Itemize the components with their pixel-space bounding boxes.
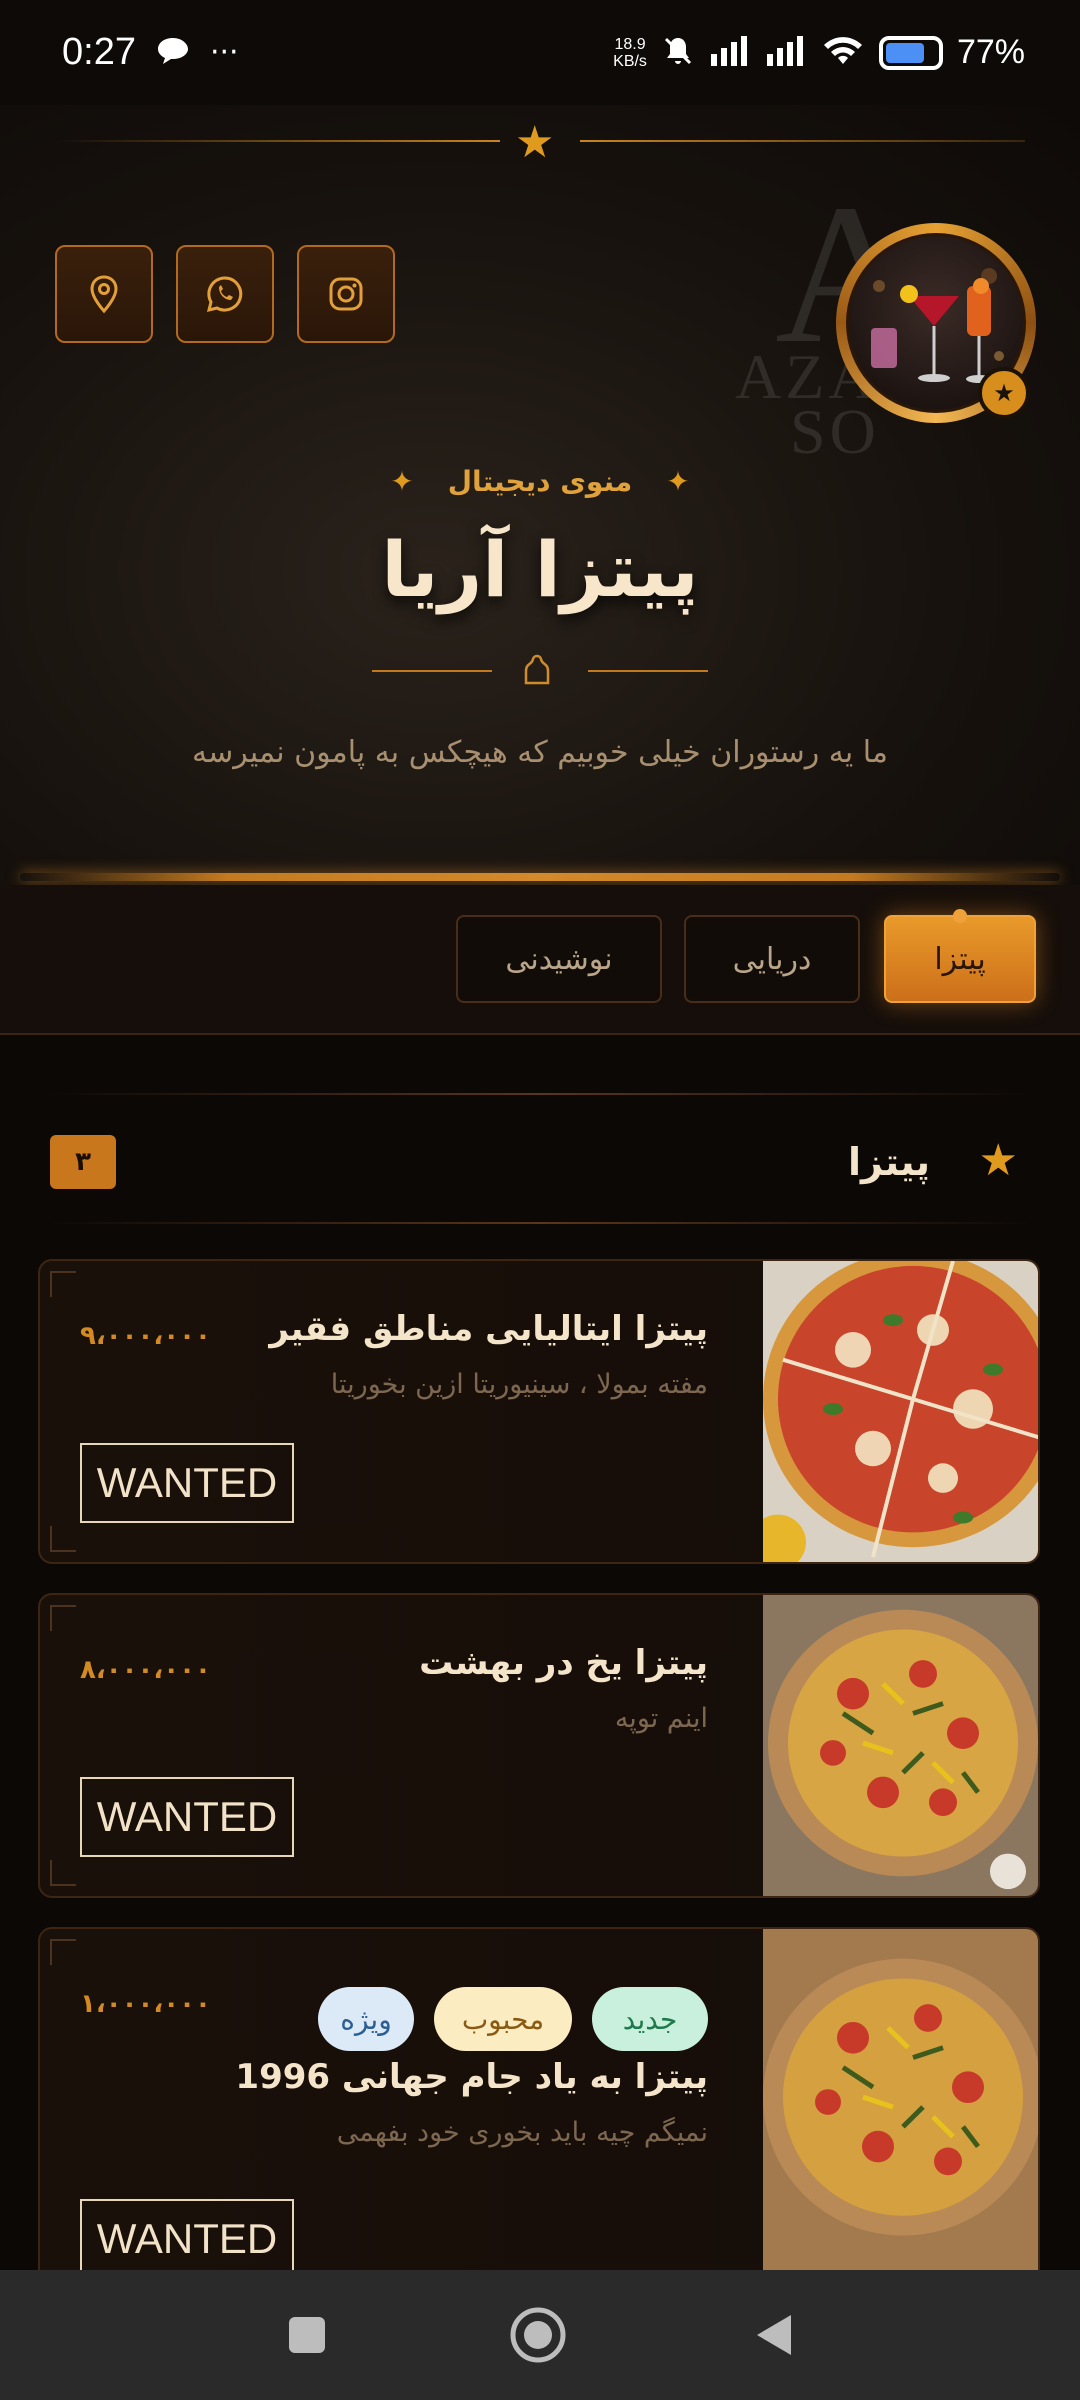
menu-item-card[interactable]: پیتزا یخ در بهشت اینم توپه ۸،۰۰۰،۰۰۰ WAN…: [38, 1593, 1040, 1898]
battery-level: [885, 42, 925, 63]
back-button[interactable]: [738, 2300, 808, 2370]
card-corner: [50, 1860, 76, 1886]
instagram-icon: [329, 277, 363, 311]
pizza-image: [763, 1261, 1038, 1562]
instagram-button[interactable]: [297, 245, 395, 343]
clock: 0:27: [62, 31, 136, 73]
item-name: پیتزا به یاد جام جهانی 1996: [235, 2057, 708, 2097]
wanted-button[interactable]: WANTED: [80, 1777, 294, 1857]
subtitle: ✦ منوی دیجیتال ✦: [390, 465, 690, 498]
tagline: ما یه رستوران خیلی خوبیم که هیچکس به پام…: [192, 735, 888, 770]
item-count-badge: ۳: [50, 1135, 116, 1189]
item-tag-badge: محبوب: [434, 1987, 572, 2051]
system-nav-bar: [0, 2270, 1080, 2400]
home-button[interactable]: [503, 2300, 573, 2370]
pizza-image: [763, 1595, 1038, 1896]
item-price: ۹،۰۰۰،۰۰۰: [80, 1321, 211, 1351]
item-price: ۱،۰۰۰،۰۰۰: [80, 1989, 211, 2019]
wifi-icon: [821, 34, 865, 72]
signal-icon-2: [765, 34, 807, 72]
menu-item-card[interactable]: پیتزا ایتالیایی مناطق فقیر مفته بمولا ، …: [38, 1259, 1040, 1564]
item-name: پیتزا یخ در بهشت: [419, 1643, 708, 1683]
active-indicator: [953, 909, 967, 923]
whatsapp-button[interactable]: [176, 245, 274, 343]
restaurant-header: ★ A AZA SO ★: [0, 105, 1080, 885]
back-triangle-icon: [757, 2315, 791, 2355]
divider: [580, 140, 1025, 142]
battery-icon: [878, 35, 943, 70]
divider: [588, 670, 708, 672]
pizza-image: [763, 1929, 1038, 2270]
sparkle-icon: ✦: [666, 465, 690, 498]
status-bar: 0:27 ··· 18.9 KB/s 77%: [0, 0, 1080, 105]
mute-icon: [661, 34, 695, 72]
star-icon: ★: [515, 117, 555, 168]
glow-divider: [20, 873, 1060, 881]
network-speed: 18.9 KB/s: [613, 35, 647, 70]
wanted-button[interactable]: WANTED: [80, 2199, 294, 2270]
card-corner: [50, 1605, 76, 1631]
whatsapp-icon: [206, 276, 243, 313]
more-notifications-icon: ···: [209, 35, 239, 70]
battery-percent: 77%: [956, 33, 1025, 71]
star-badge-icon: ★: [978, 367, 1030, 419]
item-description: نمیگم چیه باید بخوری خود بفهمی: [336, 2117, 708, 2148]
divider: [45, 1222, 1035, 1224]
home-circle-icon: [510, 2307, 566, 2363]
tab-drinks[interactable]: نوشیدنی: [456, 915, 662, 1003]
item-tag-badge: ویژه: [318, 1987, 414, 2051]
star-icon: ★: [978, 1135, 1018, 1186]
item-tag-badge: جدید: [592, 1987, 708, 2051]
category-tabs: پیتزا دریایی نوشیدنی: [0, 885, 1080, 1035]
card-corner: [50, 1271, 76, 1297]
divider: [55, 140, 500, 142]
tab-pizza[interactable]: پیتزا: [884, 909, 1036, 1003]
item-price: ۸،۰۰۰،۰۰۰: [80, 1655, 211, 1685]
square-icon: [289, 2317, 325, 2353]
card-corner: [50, 1526, 76, 1552]
signal-icon-1: [709, 34, 751, 72]
restaurant-name: پیتزا آریا: [381, 525, 699, 614]
section-title: پیتزا: [848, 1140, 930, 1184]
recents-button[interactable]: [272, 2300, 342, 2370]
card-corner: [50, 1939, 76, 1965]
item-description: اینم توپه: [614, 1703, 708, 1734]
item-name: پیتزا ایتالیایی مناطق فقیر: [269, 1309, 708, 1349]
sparkle-icon: ✦: [390, 465, 414, 498]
location-icon: [90, 275, 118, 314]
chef-hat-icon: [524, 654, 550, 685]
chat-notification-icon: [156, 36, 190, 70]
menu-section: ★ پیتزا ۳ پیتزا ایتالیایی مناطق فقیر مفت…: [0, 1035, 1080, 2270]
tab-seafood[interactable]: دریایی: [684, 915, 860, 1003]
menu-item-card[interactable]: جدید محبوب ویژه پیتزا به یاد جام جهانی 199…: [38, 1927, 1040, 2270]
location-button[interactable]: [55, 245, 153, 343]
divider: [45, 1093, 1035, 1095]
divider: [372, 670, 492, 672]
wanted-button[interactable]: WANTED: [80, 1443, 294, 1523]
item-description: مفته بمولا ، سینیوریتا ازین بخوریتا: [330, 1369, 708, 1400]
